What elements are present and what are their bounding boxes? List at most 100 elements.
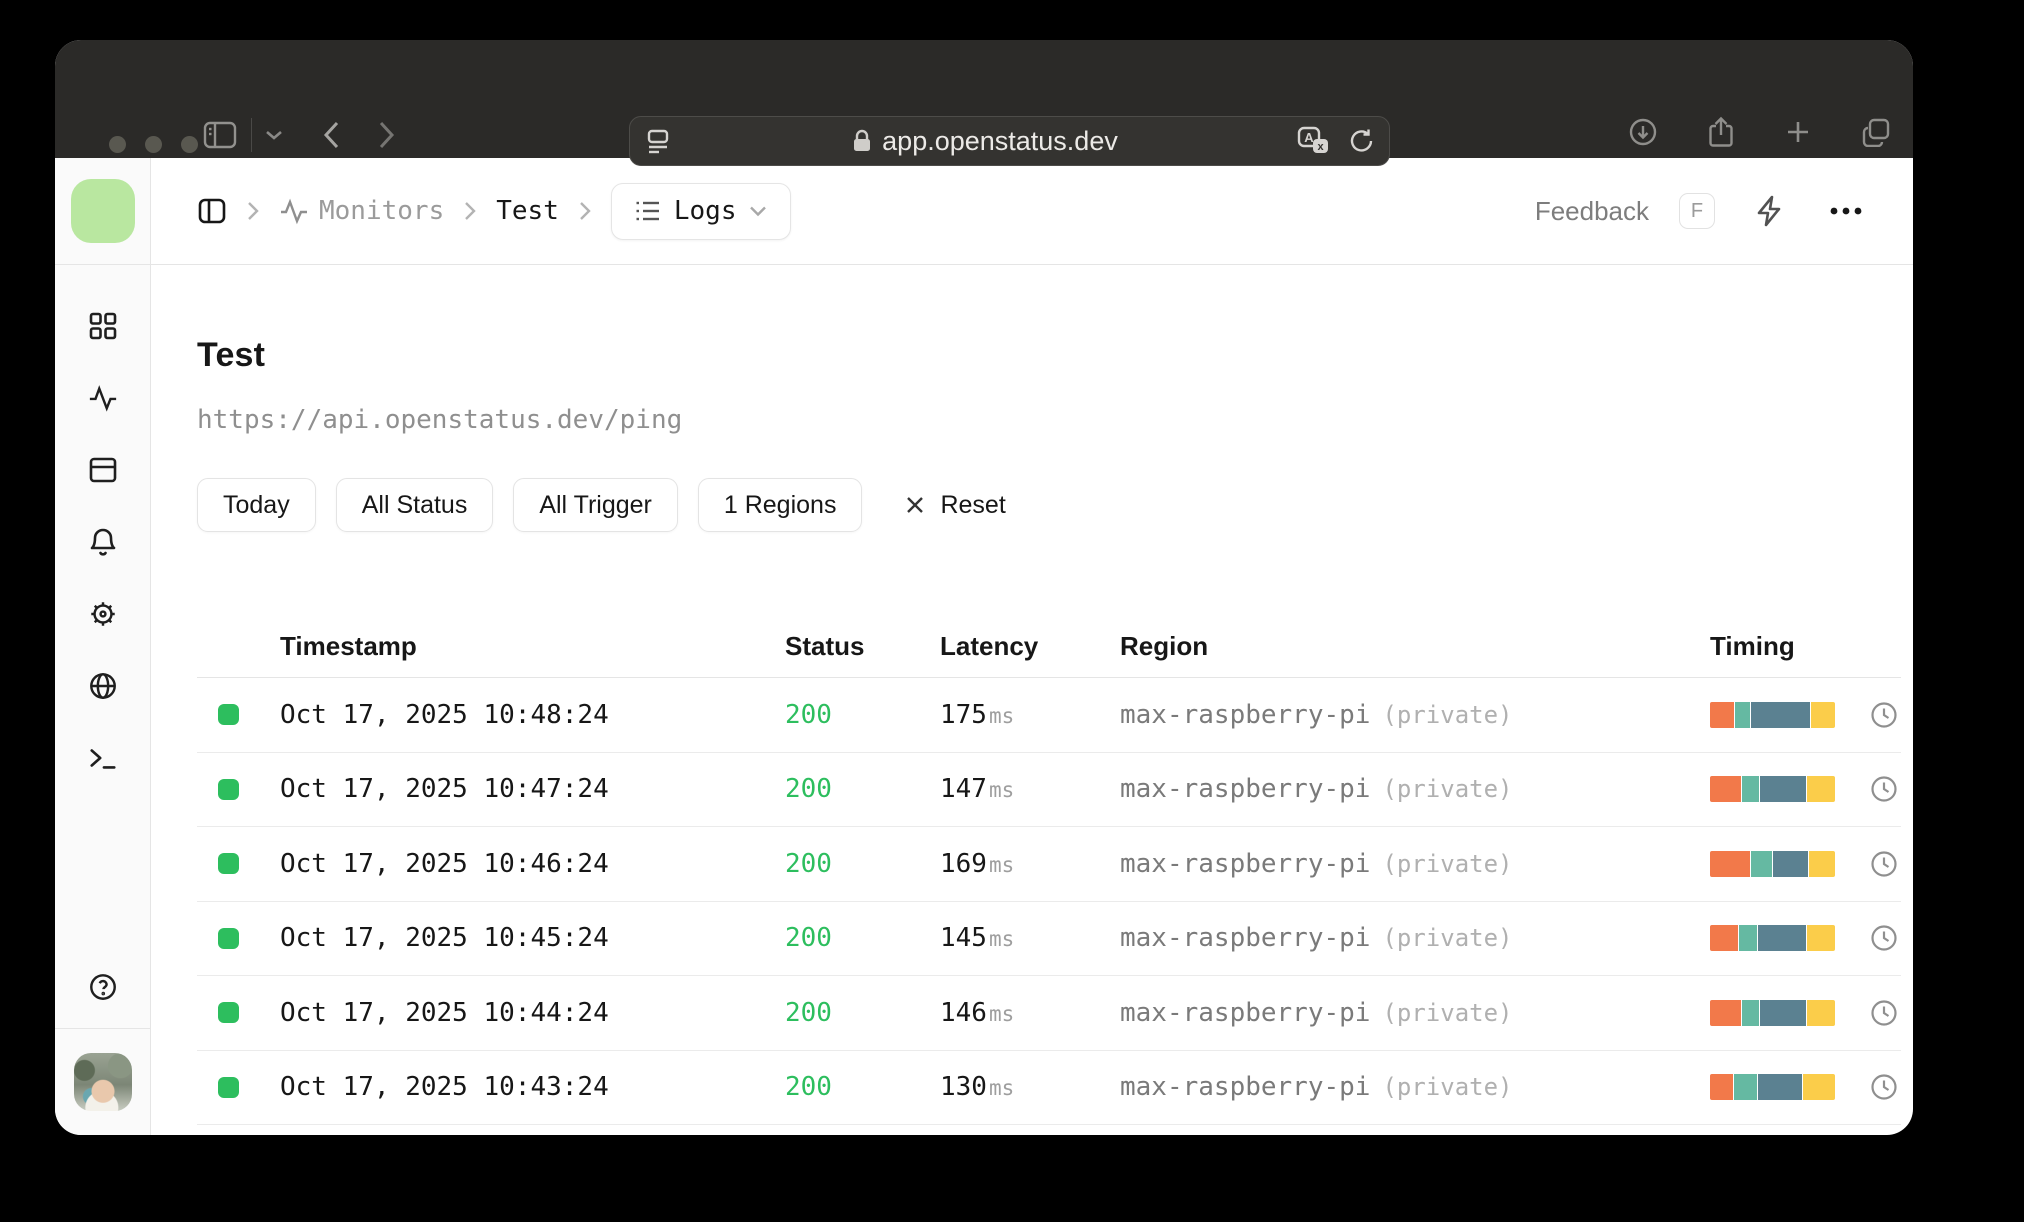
logs-table: Timestamp Status Latency Region Timing O… [197, 616, 1901, 1125]
back-button[interactable] [322, 120, 340, 150]
addressbar-actions: A x [1297, 126, 1375, 156]
sidebar-item-settings[interactable] [88, 599, 118, 629]
timing-segment-connect [1735, 701, 1751, 728]
view-selector-logs[interactable]: Logs [610, 182, 792, 240]
minimize-window-button[interactable] [145, 136, 162, 153]
svg-text:A: A [1304, 130, 1314, 145]
column-header-status: Status [785, 631, 865, 661]
panel-left-toggle-icon[interactable] [197, 196, 227, 226]
filter-regions-button[interactable]: 1 Regions [697, 478, 863, 532]
log-timestamp: Oct 17, 2025 10:46:24 [280, 848, 609, 879]
log-timestamp: Oct 17, 2025 10:44:24 [280, 997, 609, 1028]
timing-bar [1710, 701, 1836, 728]
clock-icon [1870, 701, 1898, 729]
log-status-code: 200 [785, 997, 832, 1028]
table-header-row: Timestamp Status Latency Region Timing [197, 616, 1901, 678]
feedback-button[interactable]: Feedback [1535, 196, 1649, 227]
help-icon[interactable] [88, 972, 118, 1002]
translate-icon[interactable]: A x [1297, 126, 1333, 156]
sidebar-bottom [55, 972, 150, 1135]
breadcrumb: Monitors Test Logs [151, 158, 1535, 264]
tab-overview-icon[interactable] [1861, 117, 1891, 147]
zap-icon[interactable] [1755, 195, 1785, 227]
breadcrumb-monitor-name[interactable]: Test [496, 196, 559, 226]
log-latency-value: 130 [940, 1072, 987, 1103]
main-content: Test https://api.openstatus.dev/ping Tod… [151, 265, 1913, 1135]
user-avatar[interactable] [73, 1053, 132, 1111]
monitor-endpoint-url: https://api.openstatus.dev/ping [197, 405, 683, 435]
timing-segment-tls [1773, 850, 1809, 877]
log-row[interactable]: Oct 17, 2025 10:45:24 200 145 ms max-ras… [197, 902, 1901, 976]
browser-toolbar-right [1628, 116, 1891, 148]
sidebar-item-notifications[interactable] [88, 527, 118, 557]
user-menu[interactable] [55, 1029, 150, 1135]
log-timestamp: Oct 17, 2025 10:45:24 [280, 923, 609, 954]
url-display: app.openstatus.dev [672, 126, 1297, 157]
downloads-icon[interactable] [1628, 117, 1658, 147]
feedback-shortcut-badge: F [1679, 193, 1715, 229]
timing-bar [1710, 1074, 1836, 1101]
tab-group-chevron-icon[interactable] [264, 128, 284, 142]
status-dot [218, 1002, 239, 1024]
log-row[interactable]: Oct 17, 2025 10:44:24 200 146 ms max-ras… [197, 976, 1901, 1051]
log-status-code: 200 [785, 774, 832, 805]
log-latency-value: 147 [940, 774, 987, 805]
sidebar-item-status-pages[interactable] [88, 455, 118, 485]
timing-segment-dns [1710, 1074, 1734, 1101]
timing-segment-tls [1758, 925, 1806, 952]
timing-segment-connect [1739, 925, 1758, 952]
filter-trigger-button[interactable]: All Trigger [513, 478, 678, 532]
timing-segment-connect [1741, 999, 1759, 1026]
forward-button[interactable] [378, 120, 396, 150]
log-latency-unit: ms [988, 1076, 1015, 1101]
log-row[interactable]: Oct 17, 2025 10:47:24 200 147 ms max-ras… [197, 753, 1901, 827]
new-tab-icon[interactable] [1784, 118, 1812, 146]
log-latency-value: 145 [940, 923, 987, 954]
timing-segment-ttfb [1810, 701, 1836, 728]
chevron-right-icon [462, 200, 478, 222]
log-region-note: (private) [1382, 700, 1513, 729]
workspace-logo[interactable] [70, 179, 135, 243]
reset-filters-button[interactable]: Reset [904, 491, 1006, 520]
filter-status-button[interactable]: All Status [335, 478, 494, 532]
reload-icon[interactable] [1349, 127, 1375, 155]
browser-window: app.openstatus.dev A x Monitors Test Log… [55, 40, 1913, 1135]
timing-segment-dns [1710, 701, 1735, 728]
traffic-lights [109, 136, 198, 153]
log-region: max-raspberry-pi [1120, 774, 1371, 805]
sidebar-item-regions[interactable] [88, 671, 118, 701]
address-bar[interactable]: app.openstatus.dev A x [629, 116, 1390, 166]
sidebar-item-dashboard[interactable] [88, 311, 118, 341]
breadcrumb-monitors[interactable]: Monitors [279, 196, 444, 226]
close-window-button[interactable] [109, 136, 126, 153]
filter-period-button[interactable]: Today [197, 478, 316, 532]
clock-icon [1870, 924, 1898, 952]
log-latency-value: 175 [940, 699, 987, 730]
log-status-code: 200 [785, 699, 832, 730]
more-options-icon[interactable] [1829, 206, 1863, 216]
log-latency-unit: ms [988, 852, 1015, 877]
sidebar-item-monitors[interactable] [88, 383, 118, 413]
timing-segment-connect [1741, 776, 1759, 803]
log-row[interactable]: Oct 17, 2025 10:46:24 200 169 ms max-ras… [197, 827, 1901, 902]
share-icon[interactable] [1707, 116, 1735, 148]
timing-segment-ttfb [1809, 850, 1835, 877]
status-dot [218, 1076, 239, 1098]
zoom-window-button[interactable] [181, 136, 198, 153]
timing-bar [1710, 776, 1835, 803]
clock-icon [1870, 1073, 1898, 1101]
chevron-right-icon [245, 200, 261, 222]
page-settings-icon[interactable] [644, 127, 672, 155]
log-row[interactable]: Oct 17, 2025 10:48:24 200 175 ms max-ras… [197, 678, 1901, 753]
log-region: max-raspberry-pi [1120, 923, 1371, 954]
timing-segment-connect [1734, 1074, 1758, 1101]
sidebar-item-cli[interactable] [88, 743, 118, 773]
log-status-code: 200 [785, 1072, 832, 1103]
timing-segment-tls [1751, 701, 1810, 728]
sidebar-toggle-icon[interactable] [203, 120, 237, 150]
log-row[interactable]: Oct 17, 2025 10:43:24 200 130 ms max-ras… [197, 1051, 1901, 1125]
clock-icon [1870, 775, 1898, 803]
log-timestamp: Oct 17, 2025 10:47:24 [280, 774, 609, 805]
column-header-timestamp: Timestamp [280, 631, 417, 661]
log-region: max-raspberry-pi [1120, 1072, 1371, 1103]
